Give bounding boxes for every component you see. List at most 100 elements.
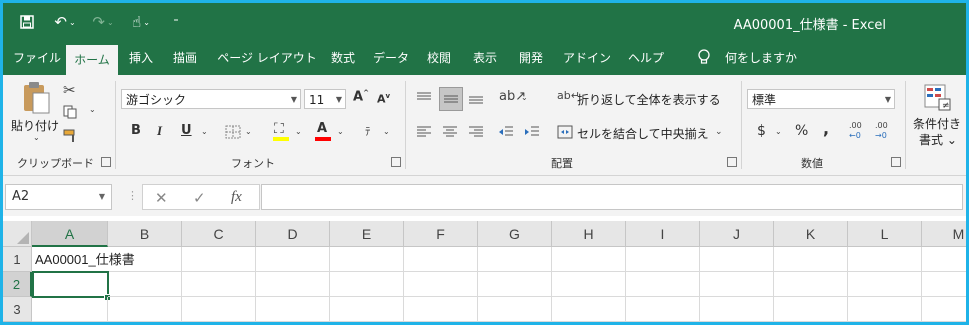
copy-dropdown-chevron-icon[interactable]: ⌄ <box>89 105 96 114</box>
cell[interactable] <box>32 297 108 322</box>
decrease-decimal-button[interactable]: .00 →0 <box>875 121 895 141</box>
underline-button[interactable]: U <box>181 123 192 138</box>
column-header-e[interactable]: E <box>330 221 404 247</box>
cell[interactable] <box>922 297 966 322</box>
cut-icon[interactable]: ✂ <box>63 81 76 99</box>
tab-data[interactable]: データ <box>371 41 411 75</box>
column-header-d[interactable]: D <box>256 221 330 247</box>
wrap-text-button[interactable]: 折り返して全体を表示する <box>577 91 721 108</box>
fill-color-chevron-icon[interactable]: ⌄ <box>295 127 302 136</box>
cell[interactable] <box>404 247 478 272</box>
cell[interactable] <box>848 272 922 297</box>
select-all-button[interactable] <box>3 221 32 247</box>
cell[interactable] <box>256 297 330 322</box>
tab-review[interactable]: 校閲 <box>421 41 457 75</box>
cell-a1[interactable]: AA00001_仕様書 <box>32 247 135 272</box>
undo-icon[interactable]: ↶ ⌄ <box>51 12 79 32</box>
copy-icon[interactable] <box>63 105 77 119</box>
column-header-c[interactable]: C <box>182 221 256 247</box>
customize-quick-access-icon[interactable]: ⁼ <box>169 12 183 32</box>
currency-chevron-icon[interactable]: ⌄ <box>775 127 782 136</box>
cell[interactable] <box>108 247 182 272</box>
align-bottom-icon[interactable] <box>467 91 485 105</box>
cell[interactable] <box>552 247 626 272</box>
tab-addins[interactable]: アドイン <box>561 41 613 75</box>
font-color-chevron-icon[interactable]: ⌄ <box>337 127 344 136</box>
column-header-m[interactable]: M <box>922 221 966 247</box>
increase-font-size-button[interactable]: A^ <box>353 89 369 104</box>
cell[interactable] <box>552 297 626 322</box>
insert-function-icon[interactable]: fx <box>231 189 242 206</box>
align-top-icon[interactable] <box>415 91 433 105</box>
paste-dropdown-chevron-icon[interactable]: ⌄ <box>33 133 40 142</box>
touch-mode-icon[interactable]: ☝ ⌄ <box>127 12 155 32</box>
format-painter-icon[interactable] <box>63 129 79 143</box>
bold-button[interactable]: B <box>131 123 141 138</box>
comma-button[interactable]: , <box>823 119 829 138</box>
cell-a2-active[interactable] <box>32 271 109 298</box>
cell[interactable] <box>478 272 552 297</box>
tab-home[interactable]: ホーム <box>66 45 118 75</box>
cell[interactable] <box>256 272 330 297</box>
alignment-launcher-icon[interactable] <box>727 157 737 167</box>
borders-chevron-icon[interactable]: ⌄ <box>245 127 252 136</box>
cell[interactable] <box>478 297 552 322</box>
align-middle-button[interactable] <box>439 87 463 111</box>
increase-decimal-button[interactable]: .00 ←0 <box>849 121 869 141</box>
cell[interactable] <box>922 272 966 297</box>
column-header-j[interactable]: J <box>700 221 774 247</box>
conditional-formatting-button-line2[interactable]: 書式 ⌄ <box>919 131 957 148</box>
cell[interactable] <box>108 272 182 297</box>
decrease-indent-icon[interactable] <box>497 125 515 139</box>
italic-button[interactable]: I <box>157 123 162 139</box>
cell[interactable] <box>922 247 966 272</box>
cell[interactable] <box>404 297 478 322</box>
cell[interactable] <box>848 247 922 272</box>
name-box[interactable]: A2 ▼ <box>5 184 112 210</box>
column-header-g[interactable]: G <box>478 221 552 247</box>
cell[interactable] <box>478 247 552 272</box>
phonetic-chevron-icon[interactable]: ⌄ <box>383 127 390 136</box>
cell[interactable] <box>626 297 700 322</box>
underline-chevron-icon[interactable]: ⌄ <box>201 127 208 136</box>
decrease-font-size-button[interactable]: Av <box>377 92 390 106</box>
font-size-select[interactable]: 11 ▼ <box>304 89 346 109</box>
tab-page-layout[interactable]: ページ レイアウト <box>217 41 317 75</box>
orientation-chevron-icon[interactable]: ⌄ <box>521 93 528 102</box>
cell[interactable] <box>700 247 774 272</box>
save-icon[interactable] <box>17 12 37 32</box>
formula-input[interactable] <box>261 184 963 210</box>
cell[interactable] <box>700 272 774 297</box>
font-launcher-icon[interactable] <box>391 157 401 167</box>
align-right-icon[interactable] <box>467 125 485 139</box>
row-header-1[interactable]: 1 <box>3 247 32 272</box>
row-header-3[interactable]: 3 <box>3 297 32 322</box>
currency-button[interactable]: $ <box>757 123 766 139</box>
tab-file[interactable]: ファイル <box>11 41 63 75</box>
tab-formulas[interactable]: 数式 <box>325 41 361 75</box>
number-launcher-icon[interactable] <box>891 157 901 167</box>
cell[interactable] <box>848 297 922 322</box>
align-left-icon[interactable] <box>415 125 433 139</box>
tab-insert[interactable]: 挿入 <box>123 41 159 75</box>
enter-icon[interactable]: ✓ <box>193 189 206 207</box>
cell[interactable] <box>330 247 404 272</box>
cell[interactable] <box>774 272 848 297</box>
tab-developer[interactable]: 開発 <box>513 41 549 75</box>
cancel-icon[interactable]: ✕ <box>155 189 168 207</box>
number-format-select[interactable]: 標準 ▼ <box>747 89 895 109</box>
cell[interactable] <box>404 272 478 297</box>
cell[interactable] <box>626 247 700 272</box>
cell[interactable] <box>700 297 774 322</box>
paste-button[interactable]: 貼り付け <box>11 117 59 134</box>
column-header-b[interactable]: B <box>108 221 182 247</box>
phonetic-icon[interactable]: ﾃ <box>365 123 371 139</box>
cell[interactable] <box>182 297 256 322</box>
cell[interactable] <box>182 247 256 272</box>
align-center-icon[interactable] <box>441 125 459 139</box>
cell[interactable] <box>256 247 330 272</box>
increase-indent-icon[interactable] <box>523 125 541 139</box>
font-name-select[interactable]: 游ゴシック ▼ <box>121 89 301 109</box>
column-header-k[interactable]: K <box>774 221 848 247</box>
redo-icon[interactable]: ↷ ⌄ <box>89 12 117 32</box>
